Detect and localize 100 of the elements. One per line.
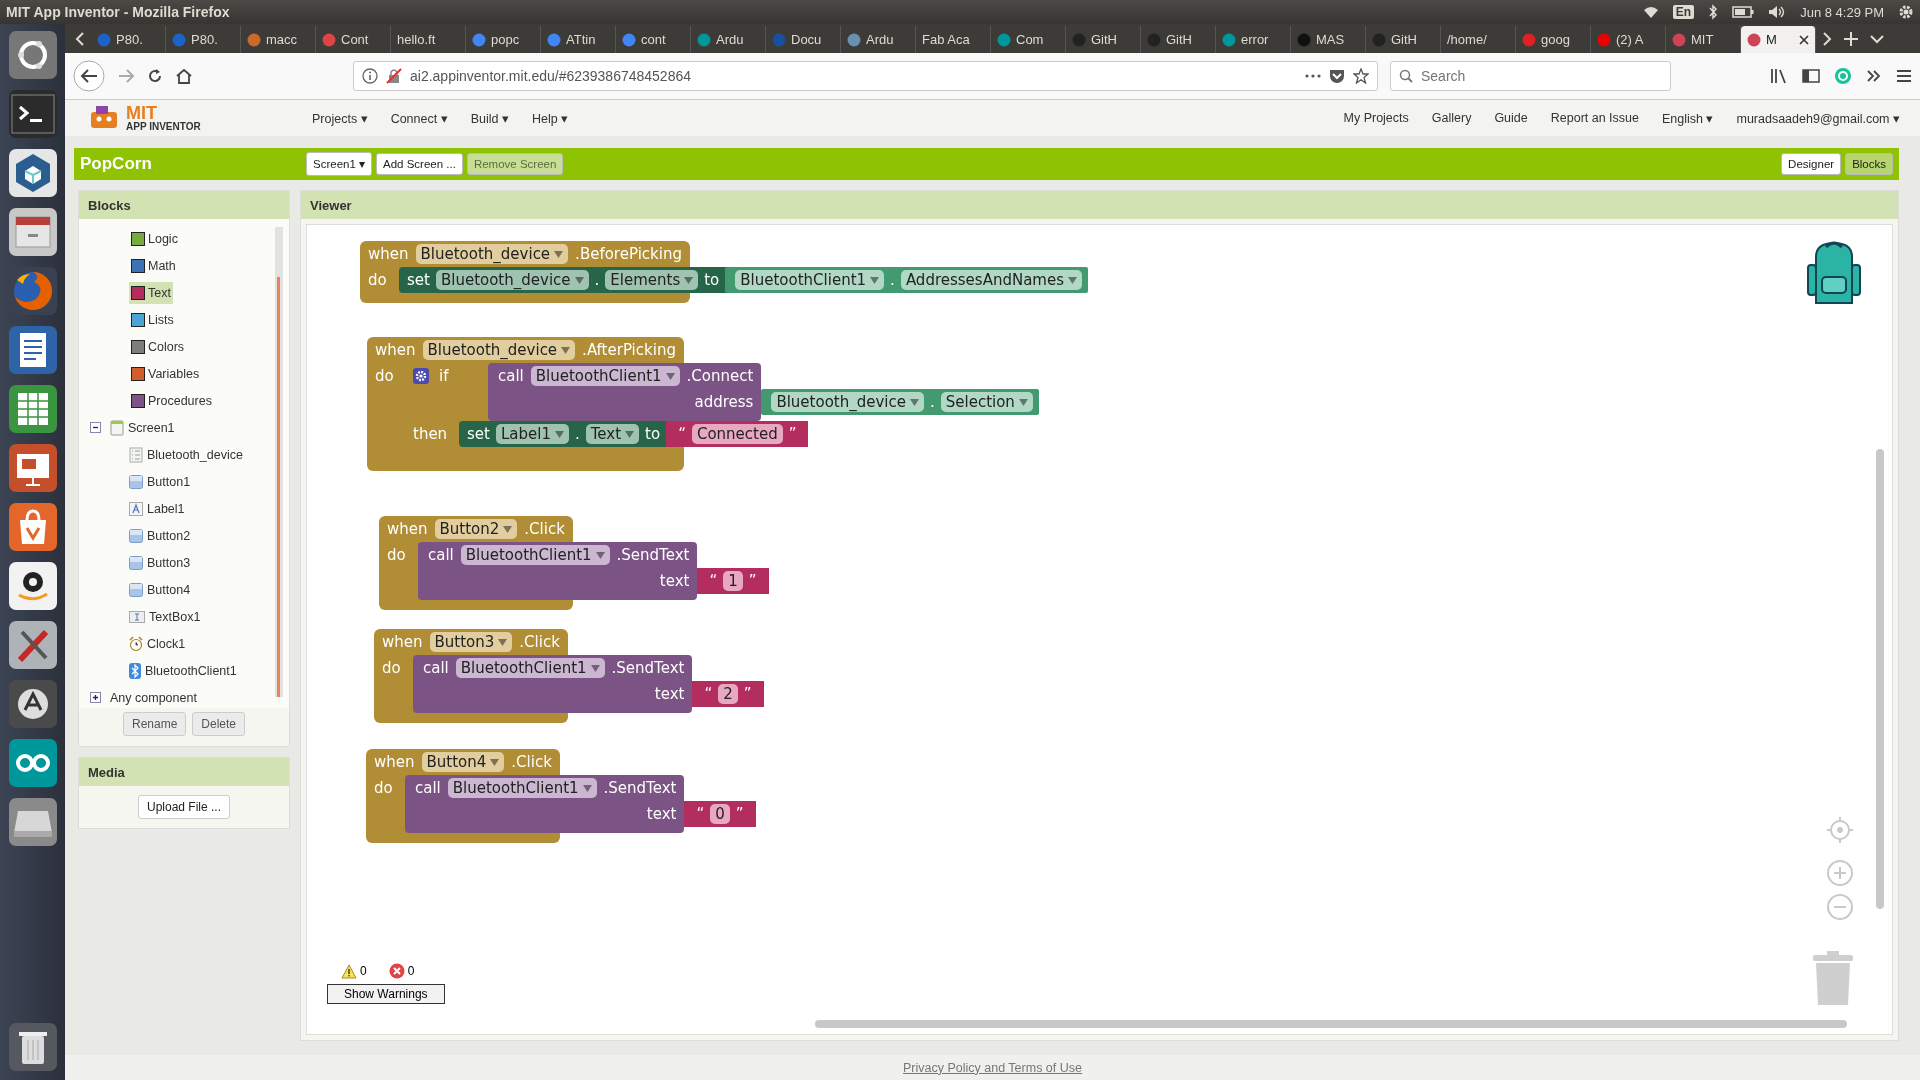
scrollbar[interactable]: [815, 1020, 1847, 1028]
caret-icon[interactable]: [590, 664, 600, 672]
text-field[interactable]: 2: [718, 684, 738, 704]
gear-icon[interactable]: [413, 368, 429, 384]
component-dropdown[interactable]: BluetoothClient1: [460, 545, 610, 565]
text-field[interactable]: 0: [710, 804, 730, 824]
new-tab-icon[interactable]: [1844, 31, 1858, 46]
scroll-left-icon[interactable]: [75, 31, 85, 46]
spreadsheet-icon[interactable]: [7, 384, 58, 434]
tree-item[interactable]: Button2: [129, 528, 191, 543]
tree-item[interactable]: TextBox1: [129, 609, 201, 624]
smile-logo-icon[interactable]: [7, 561, 58, 611]
caret-icon[interactable]: [665, 372, 675, 380]
component-dropdown[interactable]: BluetoothClient1: [735, 270, 885, 290]
nav-link[interactable]: English ▾: [1662, 110, 1714, 126]
nav-link[interactable]: muradsaadeh9@gmail.com ▾: [1736, 110, 1900, 126]
tree-item[interactable]: Button1: [129, 474, 191, 489]
tree-item[interactable]: BluetoothClient1: [129, 662, 237, 679]
menu-item[interactable]: Help ▾: [531, 110, 569, 126]
component-dropdown[interactable]: BluetoothClient1: [447, 778, 597, 798]
tree-item[interactable]: Button4: [129, 582, 191, 597]
caret-icon[interactable]: [503, 525, 513, 533]
caret-icon[interactable]: [625, 430, 635, 438]
tree-item[interactable]: Screen1: [110, 419, 175, 436]
component-dropdown[interactable]: BluetoothClient1: [455, 658, 605, 678]
palette-item[interactable]: Text: [129, 281, 173, 304]
infinity-icon[interactable]: [7, 738, 58, 788]
collapse-icon[interactable]: [90, 422, 101, 433]
menu-item[interactable]: Projects ▾: [312, 110, 368, 126]
wifi-icon[interactable]: [1642, 5, 1659, 19]
scroll-right-icon[interactable]: [1822, 31, 1832, 46]
caret-icon[interactable]: [1018, 398, 1028, 406]
upload-button[interactable]: Upload File ...: [137, 795, 230, 819]
reload-icon[interactable]: [147, 68, 163, 84]
keyboard-layout-indicator[interactable]: En: [1672, 5, 1695, 19]
caret-icon[interactable]: [870, 276, 880, 284]
action-button[interactable]: Delete: [192, 712, 245, 736]
nav-link[interactable]: Gallery: [1431, 110, 1472, 126]
file-cabinet-icon[interactable]: [7, 207, 58, 257]
show-warnings-button[interactable]: Show Warnings: [327, 984, 445, 1004]
caret-icon[interactable]: [595, 551, 605, 559]
scrollbar[interactable]: [275, 227, 283, 697]
update-icon[interactable]: [7, 679, 58, 729]
clock[interactable]: Jun 8 4:29 PM: [1800, 4, 1884, 20]
more-icon[interactable]: [1305, 74, 1321, 78]
palette-item[interactable]: Lists: [129, 308, 176, 331]
action-button[interactable]: Rename: [122, 712, 187, 736]
tools-icon[interactable]: [7, 620, 58, 670]
caret-icon[interactable]: [684, 276, 694, 284]
text-field[interactable]: 1: [723, 571, 743, 591]
component-dropdown[interactable]: Button2: [434, 519, 518, 539]
nav-link[interactable]: Guide: [1494, 110, 1528, 126]
menu-item[interactable]: Build ▾: [470, 110, 509, 126]
pocket-icon[interactable]: [1329, 68, 1345, 84]
palette-item[interactable]: Colors: [129, 335, 187, 358]
sidebar-icon[interactable]: [1802, 68, 1820, 84]
caret-icon[interactable]: [909, 398, 919, 406]
star-icon[interactable]: [1353, 68, 1369, 84]
palette-item[interactable]: Procedures: [129, 389, 214, 412]
tree-item[interactable]: Clock1: [129, 636, 186, 651]
privacy-link[interactable]: Privacy Policy and Terms of Use: [903, 1060, 1082, 1075]
browser-tab[interactable]: M: [1741, 26, 1816, 53]
nav-link[interactable]: Report an Issue: [1550, 110, 1639, 126]
component-dropdown[interactable]: AddressesAndNames: [900, 270, 1082, 290]
menu-icon[interactable]: [1896, 69, 1912, 83]
terminal-icon[interactable]: [7, 89, 58, 139]
gear-icon[interactable]: [1898, 4, 1914, 20]
add-screen-button[interactable]: Add Screen ...: [376, 153, 463, 175]
scrollbar[interactable]: [1876, 449, 1884, 909]
blocked-lock-icon[interactable]: [386, 68, 402, 84]
text-field[interactable]: Connected: [691, 424, 783, 444]
component-dropdown[interactable]: Bluetooth_device: [415, 244, 569, 264]
home-icon[interactable]: [175, 68, 193, 84]
component-dropdown[interactable]: Text: [585, 424, 640, 444]
drive-icon[interactable]: [7, 797, 58, 847]
backpack-icon[interactable]: [1804, 239, 1864, 307]
overflow-icon[interactable]: [1866, 69, 1882, 83]
component-dropdown[interactable]: Button4: [421, 752, 505, 772]
component-dropdown[interactable]: Bluetooth_device: [422, 340, 576, 360]
expand-icon[interactable]: [90, 692, 101, 703]
menu-item[interactable]: Connect ▾: [390, 110, 448, 126]
component-dropdown[interactable]: Elements: [605, 270, 699, 290]
caret-icon[interactable]: [490, 758, 500, 766]
shopping-bag-icon[interactable]: [7, 502, 58, 552]
component-dropdown[interactable]: Bluetooth_device: [771, 392, 924, 412]
palette-item[interactable]: Variables: [129, 362, 202, 385]
tree-item[interactable]: Button3: [129, 555, 191, 570]
search-field[interactable]: Search: [1390, 61, 1671, 91]
component-dropdown[interactable]: Label1: [495, 424, 569, 444]
component-dropdown[interactable]: Selection: [940, 392, 1033, 412]
document-icon[interactable]: [7, 325, 58, 375]
close-icon[interactable]: [1799, 34, 1809, 45]
back-icon[interactable]: [73, 60, 105, 92]
tree-item[interactable]: Label1: [129, 501, 185, 516]
view-toggle-button[interactable]: Blocks: [1845, 153, 1893, 175]
battery-icon[interactable]: [1732, 6, 1755, 18]
tree-item[interactable]: Bluetooth_device: [129, 446, 243, 463]
caret-icon[interactable]: [574, 276, 584, 284]
library-icon[interactable]: [1770, 68, 1788, 84]
screen-dropdown[interactable]: Screen1 ▾: [306, 152, 373, 176]
